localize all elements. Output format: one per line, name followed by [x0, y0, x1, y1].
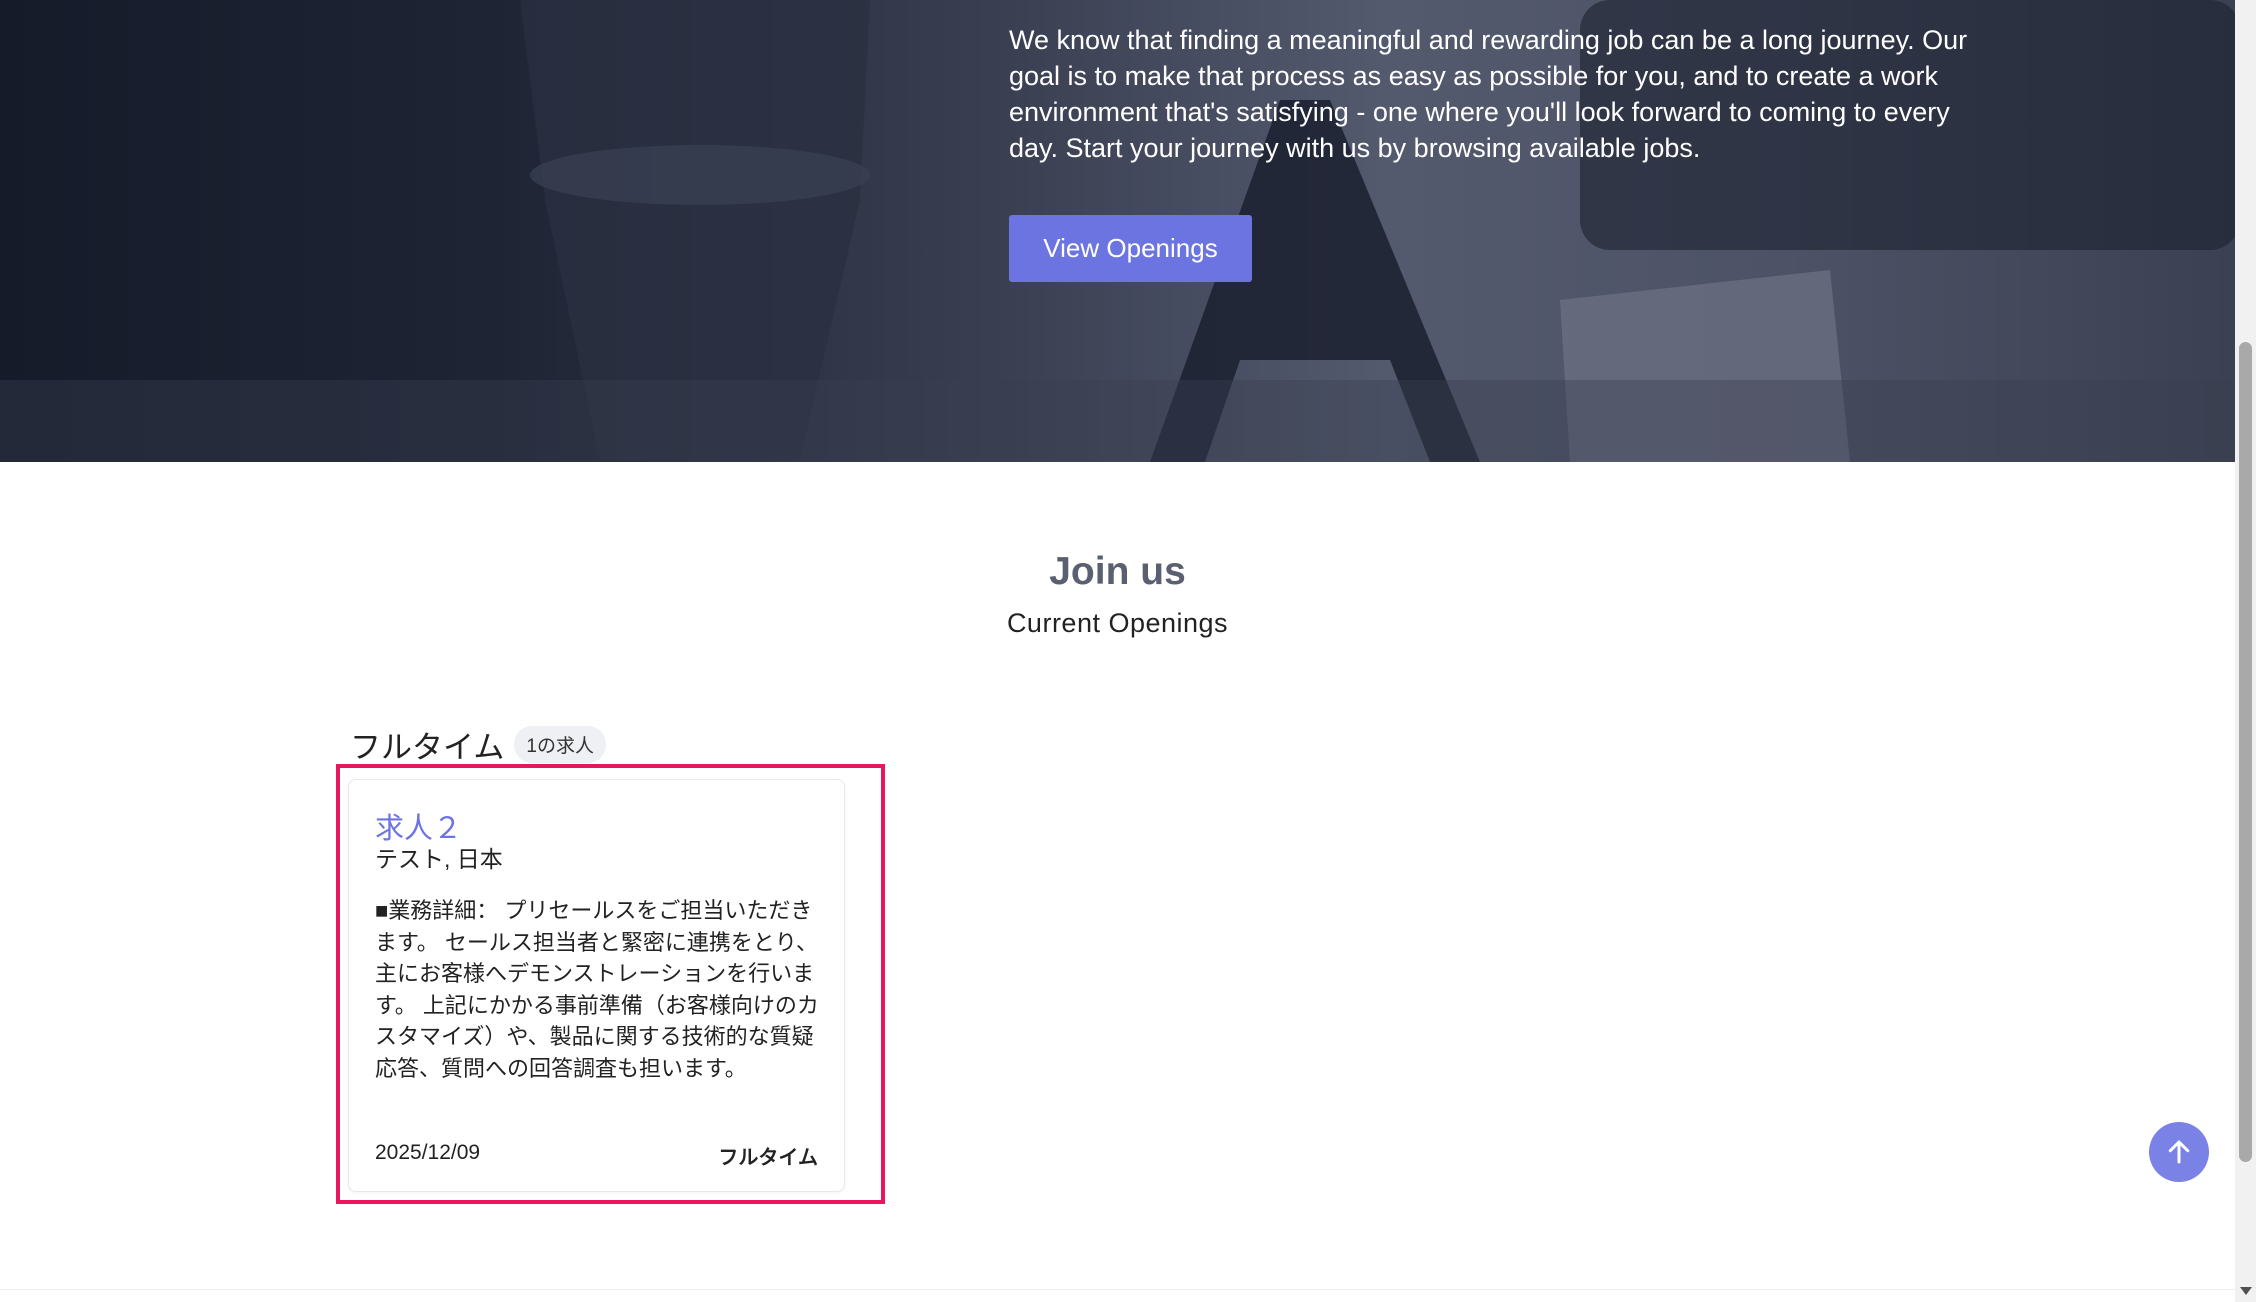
- section-subtitle: Current Openings: [1006, 608, 1229, 638]
- scroll-to-top-button[interactable]: [2149, 1122, 2209, 1182]
- page-scrollbar[interactable]: [2235, 0, 2256, 1302]
- job-count-badge: 1の求人: [514, 726, 606, 763]
- job-description: ■業務詳細： プリセールスをご担当いただきます。 セールス担当者と緊密に連携をと…: [375, 898, 819, 1081]
- job-group-name: フルタイム: [350, 730, 505, 765]
- hero-banner: We know that finding a meaningful and re…: [0, 0, 2235, 462]
- job-group-header: フルタイム 1の求人: [350, 722, 606, 767]
- job-posted-date: 2025/12/09: [375, 1141, 481, 1164]
- scrollbar-thumb[interactable]: [2239, 342, 2252, 1162]
- footer-divider: [0, 1289, 2235, 1290]
- section-title: Join us: [1049, 550, 1186, 593]
- hero-description: We know that finding a meaningful and re…: [1009, 25, 1968, 163]
- job-location: テスト, 日本: [375, 846, 503, 872]
- arrow-up-icon: [2168, 1140, 2190, 1164]
- scroll-down-arrow-icon[interactable]: [2240, 1287, 2252, 1295]
- view-openings-button[interactable]: View Openings: [1009, 215, 1252, 282]
- job-card[interactable]: 求人２ テスト, 日本 ■業務詳細： プリセールスをご担当いただきます。 セール…: [348, 779, 845, 1192]
- job-type: フルタイム: [718, 1147, 818, 1169]
